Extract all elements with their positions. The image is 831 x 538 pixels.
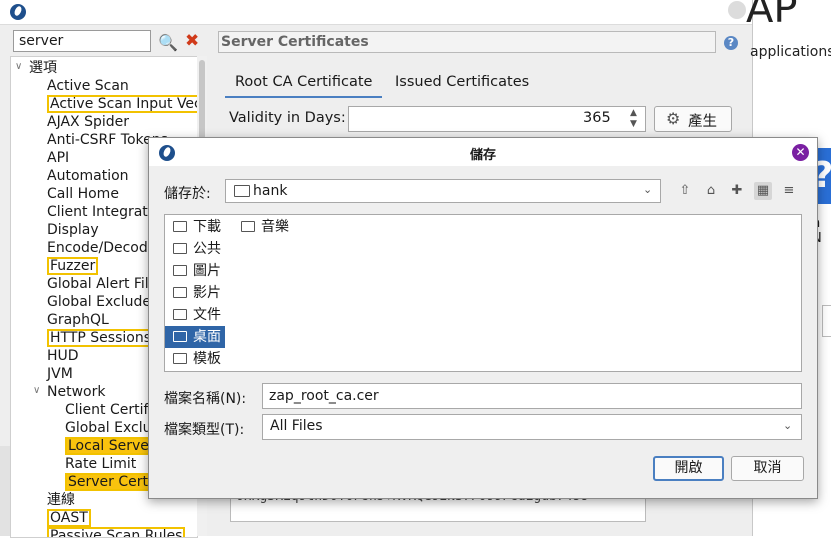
- tree-item[interactable]: Rate Limit: [65, 455, 136, 473]
- tree-item[interactable]: Call Home: [47, 185, 119, 203]
- tab-root-ca-certificate[interactable]: Root CA Certificate: [225, 70, 383, 98]
- folder-icon: [173, 221, 187, 232]
- spinner-down-icon[interactable]: ▼: [630, 119, 637, 129]
- filename-input[interactable]: [262, 383, 802, 409]
- folder-item[interactable]: 桌面: [165, 326, 225, 348]
- filetype-value: All Files: [270, 418, 323, 434]
- validity-label: Validity in Days:: [229, 110, 346, 126]
- tree-item[interactable]: AJAX Spider: [47, 113, 129, 131]
- tree-item[interactable]: 連線: [47, 491, 75, 509]
- folder-name: 文件: [193, 307, 221, 323]
- save-in-value: hank: [253, 183, 288, 199]
- help-icon[interactable]: ?: [724, 36, 738, 50]
- folder-icon: [234, 185, 250, 197]
- tree-item[interactable]: GraphQL: [47, 311, 109, 329]
- folder-icon: [173, 331, 187, 342]
- close-icon[interactable]: ✕: [792, 144, 809, 161]
- save-in-dropdown[interactable]: [225, 179, 661, 203]
- panel-title: Server Certificates: [218, 31, 716, 53]
- folder-icon: [241, 221, 255, 232]
- tree-item[interactable]: Automation: [47, 167, 129, 185]
- tree-item[interactable]: HTTP Sessions: [47, 329, 154, 347]
- collapse-toggle-icon[interactable]: ∨: [33, 385, 40, 396]
- folder-name: 影片: [193, 285, 221, 301]
- background-app-title: AP: [746, 0, 798, 32]
- title-bar: [0, 0, 752, 25]
- window-button[interactable]: [728, 1, 746, 19]
- folder-name: 模板: [193, 351, 221, 367]
- chevron-down-icon[interactable]: ⌄: [643, 183, 652, 196]
- filetype-dropdown[interactable]: [262, 414, 802, 440]
- folder-item[interactable]: 圖片: [165, 260, 221, 282]
- generate-button-label: 產生: [688, 114, 717, 130]
- folder-item[interactable]: 音樂: [233, 216, 289, 238]
- file-list[interactable]: 下載 音樂公共圖片影片文件桌面模板: [164, 214, 802, 372]
- grid-view-icon[interactable]: ▦: [754, 182, 772, 200]
- folder-name: 桌面: [193, 329, 221, 345]
- folder-icon: [173, 243, 187, 254]
- new-folder-icon[interactable]: ✚: [728, 182, 746, 200]
- folder-item[interactable]: 下載: [165, 216, 221, 238]
- tree-root-options[interactable]: 選項: [29, 59, 57, 77]
- folder-icon: [173, 265, 187, 276]
- panel-divider: [0, 446, 10, 536]
- save-dialog: 儲存 ✕ 儲存於: hank ⌄ ⇧ ⌂ ✚ ▦ ≡ 下載 音樂公共圖片影片文件桌…: [148, 137, 818, 499]
- folder-name: 音樂: [261, 219, 289, 235]
- dialog-title: 儲存: [469, 148, 496, 163]
- search-icon[interactable]: 🔍: [158, 33, 178, 52]
- open-button[interactable]: 開啟: [653, 456, 724, 481]
- validity-value: 365: [583, 110, 611, 126]
- tree-item[interactable]: HUD: [47, 347, 79, 365]
- tree-item[interactable]: Passive Scan Rules: [47, 527, 186, 537]
- zap-logo-icon: [10, 4, 26, 20]
- filetype-label: 檔案類型(T):: [164, 422, 245, 438]
- save-in-label: 儲存於:: [164, 186, 211, 202]
- list-view-icon[interactable]: ≡: [780, 182, 798, 200]
- filename-label: 檔案名稱(N):: [164, 391, 247, 407]
- folder-icon: [173, 353, 187, 364]
- tree-item[interactable]: Encode/Decode: [47, 239, 156, 257]
- spinner-up-icon[interactable]: ▲: [630, 108, 637, 118]
- tree-item[interactable]: Active Scan Input Vectors: [47, 95, 197, 113]
- tree-item[interactable]: JVM: [47, 365, 73, 383]
- cancel-button[interactable]: 取消: [731, 456, 804, 481]
- background-field: [822, 305, 831, 337]
- tree-item[interactable]: Network: [47, 383, 105, 401]
- folder-item[interactable]: 影片: [165, 282, 221, 304]
- chevron-down-icon[interactable]: ⌄: [783, 419, 792, 432]
- tree-item[interactable]: API: [47, 149, 69, 167]
- clear-search-icon[interactable]: ✖: [185, 31, 199, 51]
- folder-item[interactable]: 公共: [165, 238, 221, 260]
- tree-item[interactable]: Display: [47, 221, 99, 239]
- up-folder-icon[interactable]: ⇧: [676, 182, 694, 200]
- gear-icon: ⚙: [666, 109, 681, 128]
- folder-item[interactable]: 文件: [165, 304, 221, 326]
- folder-item[interactable]: 模板: [165, 348, 221, 370]
- collapse-toggle-icon[interactable]: ∨: [15, 61, 22, 72]
- tree-item[interactable]: Fuzzer: [47, 257, 99, 275]
- folder-icon: [173, 287, 187, 298]
- tree-item[interactable]: Active Scan: [47, 77, 129, 95]
- home-icon[interactable]: ⌂: [702, 182, 720, 200]
- folder-name: 圖片: [193, 263, 221, 279]
- tree-item[interactable]: OAST: [47, 509, 91, 527]
- folder-icon: [173, 309, 187, 320]
- folder-name: 下載: [193, 219, 221, 235]
- folder-name: 公共: [193, 241, 221, 257]
- tab-issued-certificates[interactable]: Issued Certificates: [385, 70, 539, 96]
- search-input[interactable]: [13, 30, 151, 52]
- background-applications-text: applications: [750, 44, 831, 60]
